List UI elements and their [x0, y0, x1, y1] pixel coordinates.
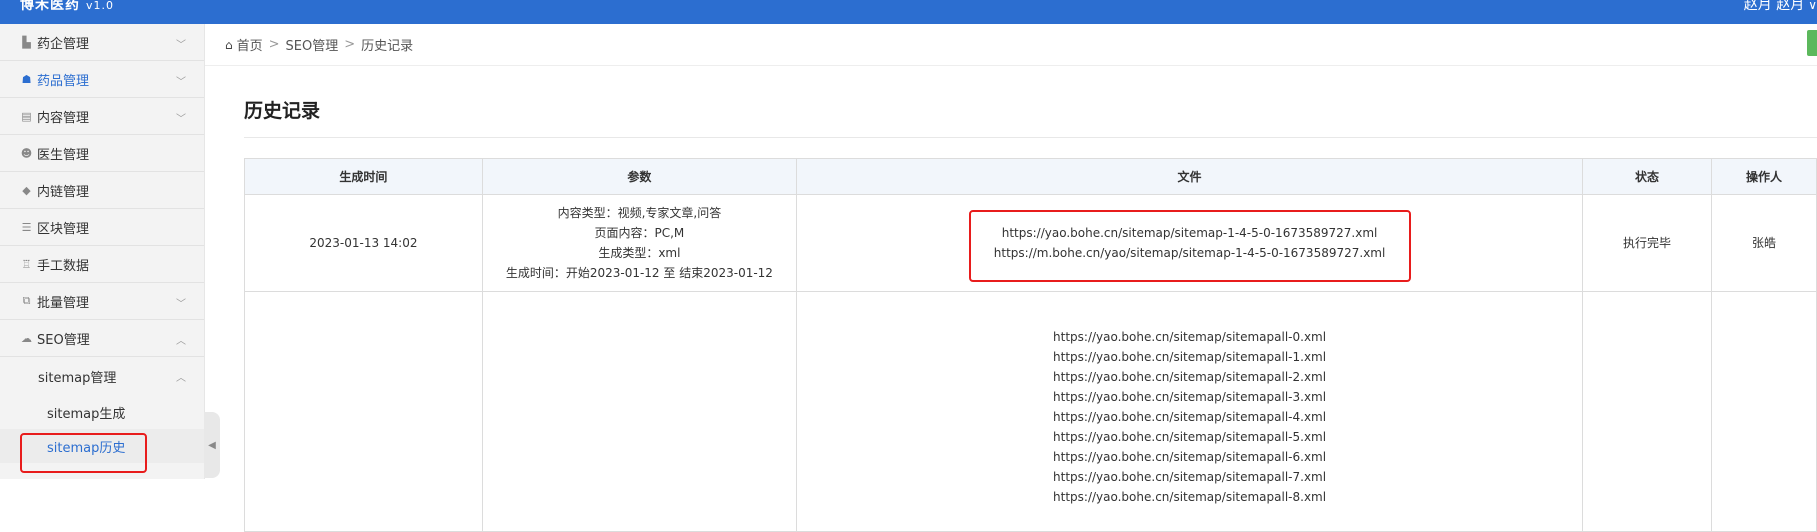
sidebar-item-7[interactable]: ⧉ 批量管理 ﹀	[0, 283, 204, 320]
file-link[interactable]: https://yao.bohe.cn/sitemap/sitemapall-3…	[797, 387, 1582, 407]
sidebar: ▙ 药企管理 ﹀ ☗ 药品管理 ﹀ ▤ 内容管理 ﹀ ☻ 医生管理 ◆ 内链管理 ☰ 区块管理 ♖ 手工数据 ⧉ 批…	[0, 24, 205, 479]
chevron-up-icon: ︿	[176, 373, 186, 384]
sidebar-item-label: 批量管理	[37, 295, 90, 311]
sidebar-item-label: sitemap管理	[38, 370, 117, 386]
breadcrumb: ⌂ 首页 > SEO管理 > 历史记录	[205, 24, 1817, 66]
database-icon: ♖	[21, 257, 32, 271]
home-icon: ⌂	[225, 37, 233, 52]
param-line: 生成时间：开始2023-01-12 至 结束2023-01-12	[505, 266, 773, 280]
cell-status: 执行完毕	[1582, 194, 1712, 292]
chevron-left-icon: ◀	[208, 439, 216, 451]
cell-time	[244, 291, 483, 532]
tag-icon: ◆	[22, 183, 31, 197]
file-link[interactable]: https://yao.bohe.cn/sitemap/sitemapall-4…	[797, 407, 1582, 427]
sidebar-item-label: 药品管理	[37, 73, 90, 89]
app-brand: 博禾医药 v1.0	[20, 0, 114, 14]
column-header-file: 文件	[795, 158, 1584, 195]
doctor-icon: ☻	[20, 146, 33, 160]
sidebar-item-1[interactable]: ☗ 药品管理 ﹀	[0, 61, 204, 98]
breadcrumb-separator: >	[344, 37, 356, 52]
sidebar-item-label: 医生管理	[37, 147, 90, 163]
user-menu[interactable]: 赵月 赵月 ∨	[1744, 0, 1817, 14]
file-link[interactable]: https://yao.bohe.cn/sitemap/sitemapall-6…	[797, 447, 1582, 467]
chevron-down-icon: ﹀	[176, 114, 186, 125]
cell-operator	[1710, 291, 1817, 532]
column-header-status: 状态	[1582, 158, 1712, 195]
user-name: 赵月 赵月	[1743, 0, 1805, 13]
list-icon: ☰	[21, 220, 32, 234]
highlight-box-files	[969, 210, 1411, 282]
column-header-time: 生成时间	[244, 158, 483, 195]
sidebar-item-8[interactable]: ☁ SEO管理 ︿	[0, 320, 204, 357]
batch-icon: ⧉	[22, 294, 31, 307]
breadcrumb-level1[interactable]: SEO管理	[286, 35, 339, 54]
sidebar-item-label: 区块管理	[37, 221, 90, 237]
file-link[interactable]: https://yao.bohe.cn/sitemap/sitemapall-7…	[797, 467, 1582, 487]
sidebar-item-6[interactable]: ♖ 手工数据	[0, 246, 204, 283]
sidebar-item-2[interactable]: ▤ 内容管理 ﹀	[0, 98, 204, 135]
table-row: https://yao.bohe.cn/sitemap/sitemapall-0…	[244, 291, 1817, 532]
cell-params	[481, 291, 797, 532]
chevron-up-icon: ︿	[176, 336, 186, 347]
cell-params: 内容类型：视频,专家文章,问答 页面内容：PC,M 生成类型：xml 生成时间：…	[481, 194, 797, 292]
chevron-down-icon: ﹀	[176, 77, 186, 88]
sidebar-nav: ▙ 药企管理 ﹀ ☗ 药品管理 ﹀ ▤ 内容管理 ﹀ ☻ 医生管理 ◆ 内链管理 ☰ 区块管理 ♖ 手工数据 ⧉ 批…	[0, 24, 204, 357]
sidebar-item-label: 手工数据	[37, 258, 90, 274]
sidebar-item-3[interactable]: ☻ 医生管理	[0, 135, 204, 172]
chevron-down-icon: ﹀	[176, 40, 186, 51]
file-link[interactable]: https://yao.bohe.cn/sitemap/sitemapall-2…	[797, 367, 1582, 387]
cloud-icon: ☁	[21, 331, 32, 345]
cell-status	[1582, 291, 1712, 532]
column-header-params: 参数	[481, 158, 797, 195]
file-link[interactable]: https://yao.bohe.cn/sitemap/sitemapall-8…	[797, 487, 1582, 507]
top-bar: 博禾医药 v1.0 赵月 赵月 ∨	[0, 0, 1817, 24]
app-title: 博禾医药	[20, 0, 80, 13]
sidebar-item-5[interactable]: ☰ 区块管理	[0, 209, 204, 246]
app-version: v1.0	[86, 0, 115, 12]
sidebar-item-label: 药企管理	[37, 36, 90, 52]
title-divider	[244, 137, 1817, 138]
sidebar-item-label: sitemap生成	[47, 406, 126, 422]
chevron-down-icon: ﹀	[176, 299, 186, 310]
sidebar-collapse-handle[interactable]: ◀	[204, 412, 220, 478]
param-line: 生成类型：xml	[598, 246, 681, 260]
sidebar-item-label: 内链管理	[37, 184, 90, 200]
cell-operator: 张皓	[1710, 194, 1817, 292]
param-line: 内容类型：视频,专家文章,问答	[557, 206, 722, 220]
sidebar-item-sitemap-management[interactable]: sitemap管理 ︿	[0, 357, 204, 395]
breadcrumb-home[interactable]: 首页	[237, 35, 263, 54]
sidebar-item-label: SEO管理	[37, 332, 90, 348]
cell-files: https://yao.bohe.cn/sitemap/sitemapall-0…	[795, 291, 1584, 532]
param-line: 页面内容：PC,M	[594, 226, 685, 240]
file-link[interactable]: https://yao.bohe.cn/sitemap/sitemapall-1…	[797, 347, 1582, 367]
building-icon: ▙	[22, 35, 31, 49]
sidebar-item-4[interactable]: ◆ 内链管理	[0, 172, 204, 209]
sidebar-item-0[interactable]: ▙ 药企管理 ﹀	[0, 24, 204, 61]
breadcrumb-current: 历史记录	[361, 39, 414, 54]
file-link[interactable]: https://yao.bohe.cn/sitemap/sitemapall-5…	[797, 427, 1582, 447]
breadcrumb-separator: >	[268, 37, 280, 52]
table-header-row: 生成时间 参数 文件 状态 操作人	[244, 158, 1817, 195]
cell-time: 2023-01-13 14:02	[244, 194, 483, 292]
column-header-operator: 操作人	[1710, 158, 1817, 195]
sidebar-item-sitemap-generate[interactable]: sitemap生成	[0, 395, 204, 429]
sidebar-item-label: 内容管理	[37, 110, 90, 126]
highlight-box-sidebar	[20, 433, 147, 473]
chevron-down-icon: ∨	[1808, 0, 1817, 12]
side-action-tab[interactable]	[1807, 30, 1817, 56]
page-title: 历史记录	[244, 100, 321, 122]
document-icon: ▤	[21, 109, 32, 123]
file-link[interactable]: https://yao.bohe.cn/sitemap/sitemapall-0…	[797, 327, 1582, 347]
pill-icon: ☗	[21, 72, 32, 86]
